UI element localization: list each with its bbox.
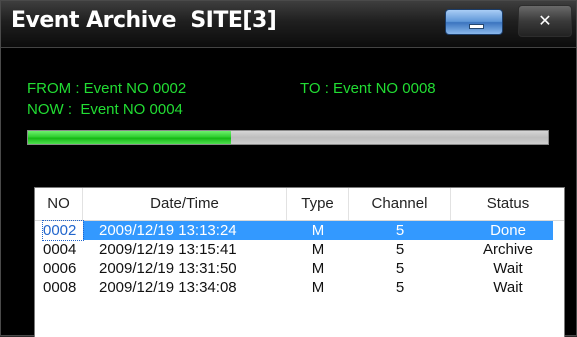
- window-title: Event Archive SITE[3]: [11, 8, 277, 33]
- column-header-datetime[interactable]: Date/Time: [83, 188, 287, 220]
- event-list[interactable]: NO Date/Time Type Channel Status 0002 200…: [34, 187, 565, 337]
- column-header-channel[interactable]: Channel: [349, 188, 451, 220]
- close-icon: ✕: [538, 11, 552, 30]
- cell-channel: 5: [395, 241, 405, 258]
- table-row[interactable]: 0002 2009/12/19 13:13:24 M 5 Done: [35, 220, 564, 241]
- cell-no: 0004: [43, 241, 77, 258]
- cell-type: M: [311, 279, 325, 296]
- cell-status: Archive: [482, 241, 534, 258]
- progress-bar: [27, 130, 549, 145]
- table-row[interactable]: 0004 2009/12/19 13:15:41 M 5 Archive: [35, 240, 564, 259]
- cell-status: Wait: [493, 279, 523, 296]
- from-label: FROM : Event NO 0002: [27, 80, 187, 97]
- column-header-no[interactable]: NO: [35, 188, 83, 220]
- minimize-button[interactable]: [445, 9, 503, 35]
- now-label: NOW : Event NO 0004: [27, 101, 183, 118]
- table-row[interactable]: 0008 2009/12/19 13:34:08 M 5 Wait: [35, 278, 564, 297]
- cell-type: M: [311, 241, 325, 258]
- column-header-status[interactable]: Status: [451, 188, 565, 220]
- progress-fill: [28, 131, 231, 144]
- cell-no: 0006: [43, 260, 77, 277]
- title-bar[interactable]: Event Archive SITE[3] ✕: [1, 1, 576, 48]
- cell-no: 0002: [42, 220, 84, 241]
- cell-datetime: 2009/12/19 13:13:24: [99, 222, 237, 239]
- cell-channel: 5: [395, 279, 405, 296]
- cell-datetime: 2009/12/19 13:15:41: [99, 241, 237, 258]
- cell-type: M: [311, 222, 325, 239]
- cell-status: Done: [490, 222, 526, 239]
- cell-datetime: 2009/12/19 13:31:50: [99, 260, 237, 277]
- cell-status: Wait: [493, 260, 523, 277]
- cell-type: M: [311, 260, 325, 277]
- cell-datetime: 2009/12/19 13:34:08: [99, 279, 237, 296]
- column-header-type[interactable]: Type: [287, 188, 349, 220]
- cell-channel: 5: [395, 222, 405, 239]
- close-button[interactable]: ✕: [518, 5, 572, 37]
- event-archive-window: Event Archive SITE[3] ✕ FROM : Event NO …: [0, 0, 577, 337]
- cell-no: 0008: [43, 279, 77, 296]
- list-header: NO Date/Time Type Channel Status: [35, 188, 564, 221]
- cell-channel: 5: [395, 260, 405, 277]
- table-row[interactable]: 0006 2009/12/19 13:31:50 M 5 Wait: [35, 259, 564, 278]
- minimize-icon: [469, 24, 484, 29]
- to-label: TO : Event NO 0008: [300, 80, 436, 97]
